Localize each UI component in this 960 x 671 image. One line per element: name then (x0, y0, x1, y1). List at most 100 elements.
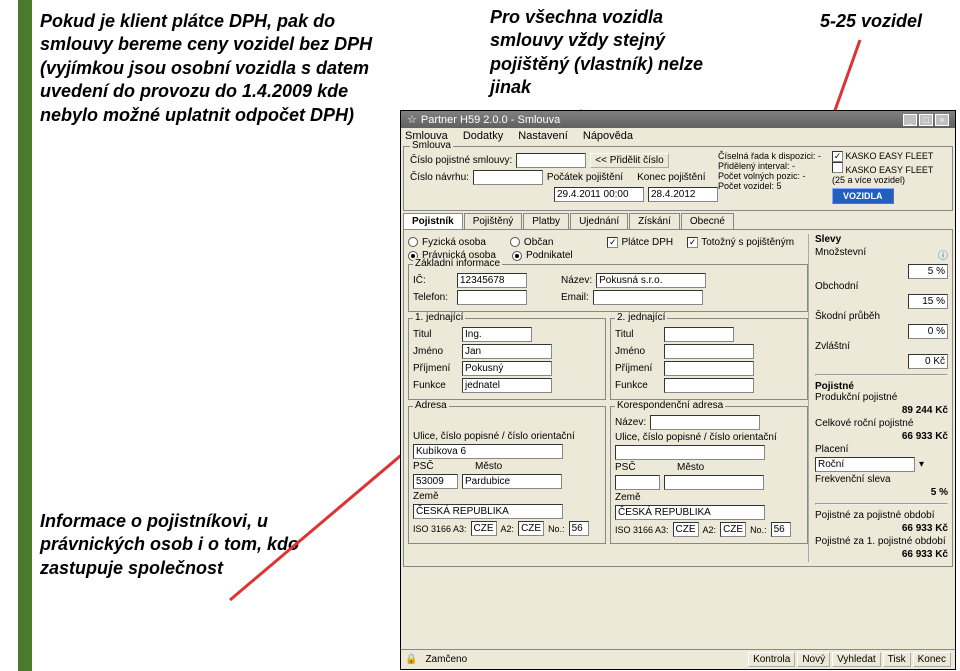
close-button[interactable]: × (935, 114, 949, 126)
a3-2[interactable]: CZE (673, 522, 699, 537)
lbl-zamceno: Zamčeno (425, 654, 467, 665)
prijmeni2-input[interactable] (664, 361, 754, 376)
tab-obecne[interactable]: Obecné (681, 213, 734, 229)
cislo-navrhu-input[interactable] (473, 170, 543, 185)
menu-napoveda[interactable]: Nápověda (583, 130, 633, 142)
obch-val[interactable]: 15 % (908, 294, 948, 309)
lbl-celk: Celkové roční pojistné (815, 418, 948, 429)
btn-kontrola[interactable]: Kontrola (748, 652, 795, 667)
btn-vyhledat[interactable]: Vyhledat (832, 652, 881, 667)
nazev-input[interactable]: Pokusná s.r.o. (596, 273, 706, 288)
cislo-sml-input[interactable] (516, 153, 586, 168)
mesto2-input[interactable] (664, 475, 764, 490)
menu-dodatky[interactable]: Dodatky (463, 130, 503, 142)
statusbar: 🔒 Zamčeno Kontrola Nový Vyhledat Tisk Ko… (401, 649, 955, 669)
a3-1[interactable]: CZE (471, 521, 497, 536)
gt-adresa: Adresa (413, 400, 449, 411)
btn-tisk[interactable]: Tisk (883, 652, 911, 667)
group-adresa: Adresa Ulice, číslo popisné / číslo orie… (408, 406, 606, 544)
radio-obcan[interactable] (510, 237, 520, 247)
radio-podnikatel[interactable] (512, 251, 522, 261)
ulice1-input[interactable]: Kubíkova 6 (413, 444, 563, 459)
a2-2[interactable]: CZE (720, 522, 746, 537)
group-zakladni: Základní informace IČ: 12345678 Název: P… (408, 264, 808, 312)
tab-ziskani[interactable]: Získání (629, 213, 680, 229)
note-525: 5-25 vozidel (820, 10, 940, 33)
no-1[interactable]: 56 (569, 521, 589, 536)
lbl-konec: Konec pojištění (637, 172, 705, 183)
info-icon[interactable]: ⓘ (938, 247, 948, 262)
telefon-input[interactable] (457, 290, 527, 305)
titul2-input[interactable] (664, 327, 734, 342)
titul1-input[interactable]: Ing. (462, 327, 532, 342)
a2-1[interactable]: CZE (518, 521, 544, 536)
hdr-slevy: Slevy (815, 234, 841, 245)
right-panel: Slevy Množstevníⓘ 5 % Obchodní 15 % Škod… (808, 234, 948, 562)
ulice2-input[interactable] (615, 445, 765, 460)
gt-jedna2: 2. jednající (615, 312, 667, 323)
zeme2-input[interactable]: ČESKÁ REPUBLIKA (615, 505, 765, 520)
mnoz-val[interactable]: 5 % (908, 264, 948, 279)
funkce2-input[interactable] (664, 378, 754, 393)
email-input[interactable] (593, 290, 703, 305)
jmeno2-input[interactable] (664, 344, 754, 359)
placeni-select[interactable]: Roční (815, 457, 915, 472)
lbl-a2-2: A2: (703, 525, 717, 535)
gt-jedna1: 1. jednající (413, 312, 465, 323)
chk-kasko1[interactable]: ✓ (832, 151, 843, 162)
tabs: Pojistník Pojištěný Platby Ujednání Získ… (403, 213, 953, 229)
chk-totozny[interactable]: ✓ (687, 237, 698, 248)
lbl-jmeno2: Jméno (615, 346, 660, 357)
lbl-email: Email: (561, 292, 589, 303)
val-zaobd: 66 933 Kč (902, 523, 948, 534)
max-button[interactable]: □ (919, 114, 933, 126)
chk-platce[interactable]: ✓ (607, 237, 618, 248)
min-button[interactable]: _ (903, 114, 917, 126)
btn-konec[interactable]: Konec (913, 652, 951, 667)
lbl-no-1: No.: (548, 524, 565, 534)
dropdown-icon[interactable]: ▾ (919, 459, 924, 470)
lbl-cislo-navrhu: Číslo návrhu: (410, 172, 469, 183)
app-window: ☆ Partner H59 2.0.0 - Smlouva _ □ × Smlo… (400, 110, 956, 670)
skod-val[interactable]: 0 % (908, 324, 948, 339)
pridelit-button[interactable]: << Přidělit číslo (590, 153, 668, 168)
lbl-telefon: Telefon: (413, 292, 453, 303)
lbl-zeme1: Země (413, 491, 601, 502)
vozidla-button[interactable]: VOZIDLA (832, 188, 894, 204)
pocatek-input[interactable]: 29.4.2011 00:00 (554, 187, 644, 202)
zvl-val[interactable]: 0 Kč (908, 354, 948, 369)
note-dph: Pokud je klient plátce DPH, pak do smlou… (40, 10, 380, 127)
nazev2-input[interactable] (650, 415, 760, 430)
mesto1-input[interactable]: Pardubice (462, 474, 562, 489)
pocet-vozidel-val: 5 (777, 181, 782, 191)
smlouva-panel: Smlouva Číslo pojistné smlouvy: << Přidě… (403, 146, 953, 211)
lbl-zvl: Zvláštní (815, 341, 948, 352)
lbl-ulice1: Ulice, číslo popisné / číslo orientační (413, 431, 601, 442)
lbl-jmeno1: Jméno (413, 346, 458, 357)
tab-pojisteny[interactable]: Pojištěný (464, 213, 523, 229)
jmeno1-input[interactable]: Jan (462, 344, 552, 359)
chk-kasko2[interactable] (832, 162, 843, 173)
funkce1-input[interactable]: jednatel (462, 378, 552, 393)
lbl-podnikatel: Podnikatel (526, 250, 573, 261)
psc2-input[interactable] (615, 475, 660, 490)
tab-platby[interactable]: Platby (523, 213, 569, 229)
tab-pojistnik[interactable]: Pojistník (403, 213, 463, 229)
konec-input[interactable]: 28.4.2012 (648, 187, 718, 202)
lbl-obch: Obchodní (815, 281, 948, 292)
radio-fyzicka[interactable] (408, 237, 418, 247)
lbl-iso2: ISO 3166 A3: (615, 525, 669, 535)
lbl-skod: Škodní průběh (815, 311, 948, 322)
menu-nastaveni[interactable]: Nastavení (518, 130, 568, 142)
zeme1-input[interactable]: ČESKÁ REPUBLIKA (413, 504, 563, 519)
tab-ujednani[interactable]: Ujednání (570, 213, 628, 229)
psc1-input[interactable]: 53009 (413, 474, 458, 489)
no-2[interactable]: 56 (771, 522, 791, 537)
ic-input[interactable]: 12345678 (457, 273, 527, 288)
lbl-mesto1: Město (475, 461, 502, 472)
prijmeni1-input[interactable]: Pokusný (462, 361, 552, 376)
lbl-ulice2: Ulice, číslo popisné / číslo orientační (615, 432, 803, 443)
btn-novy[interactable]: Nový (797, 652, 830, 667)
val-za1: 66 933 Kč (902, 549, 948, 560)
interval: Přidělený interval: - (718, 161, 832, 171)
